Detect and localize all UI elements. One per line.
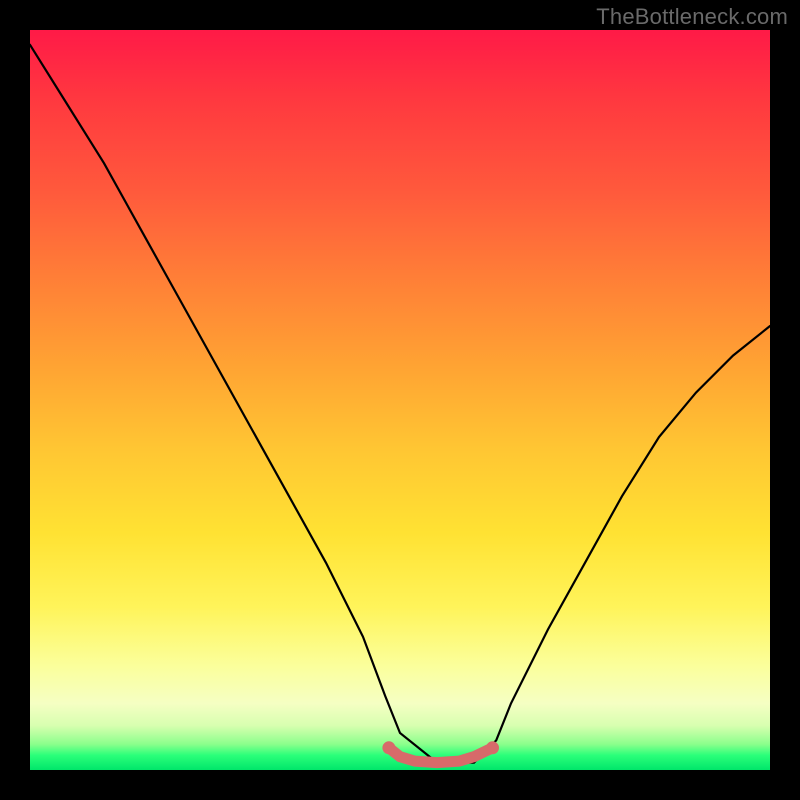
plot-area xyxy=(30,30,770,770)
flat-marker-dot xyxy=(382,741,395,754)
curve-svg xyxy=(30,30,770,770)
chart-frame: TheBottleneck.com xyxy=(0,0,800,800)
mismatch-curve-path xyxy=(30,45,770,763)
flat-marker-path xyxy=(389,748,493,763)
flat-marker-dot xyxy=(486,741,499,754)
watermark-text: TheBottleneck.com xyxy=(596,4,788,30)
